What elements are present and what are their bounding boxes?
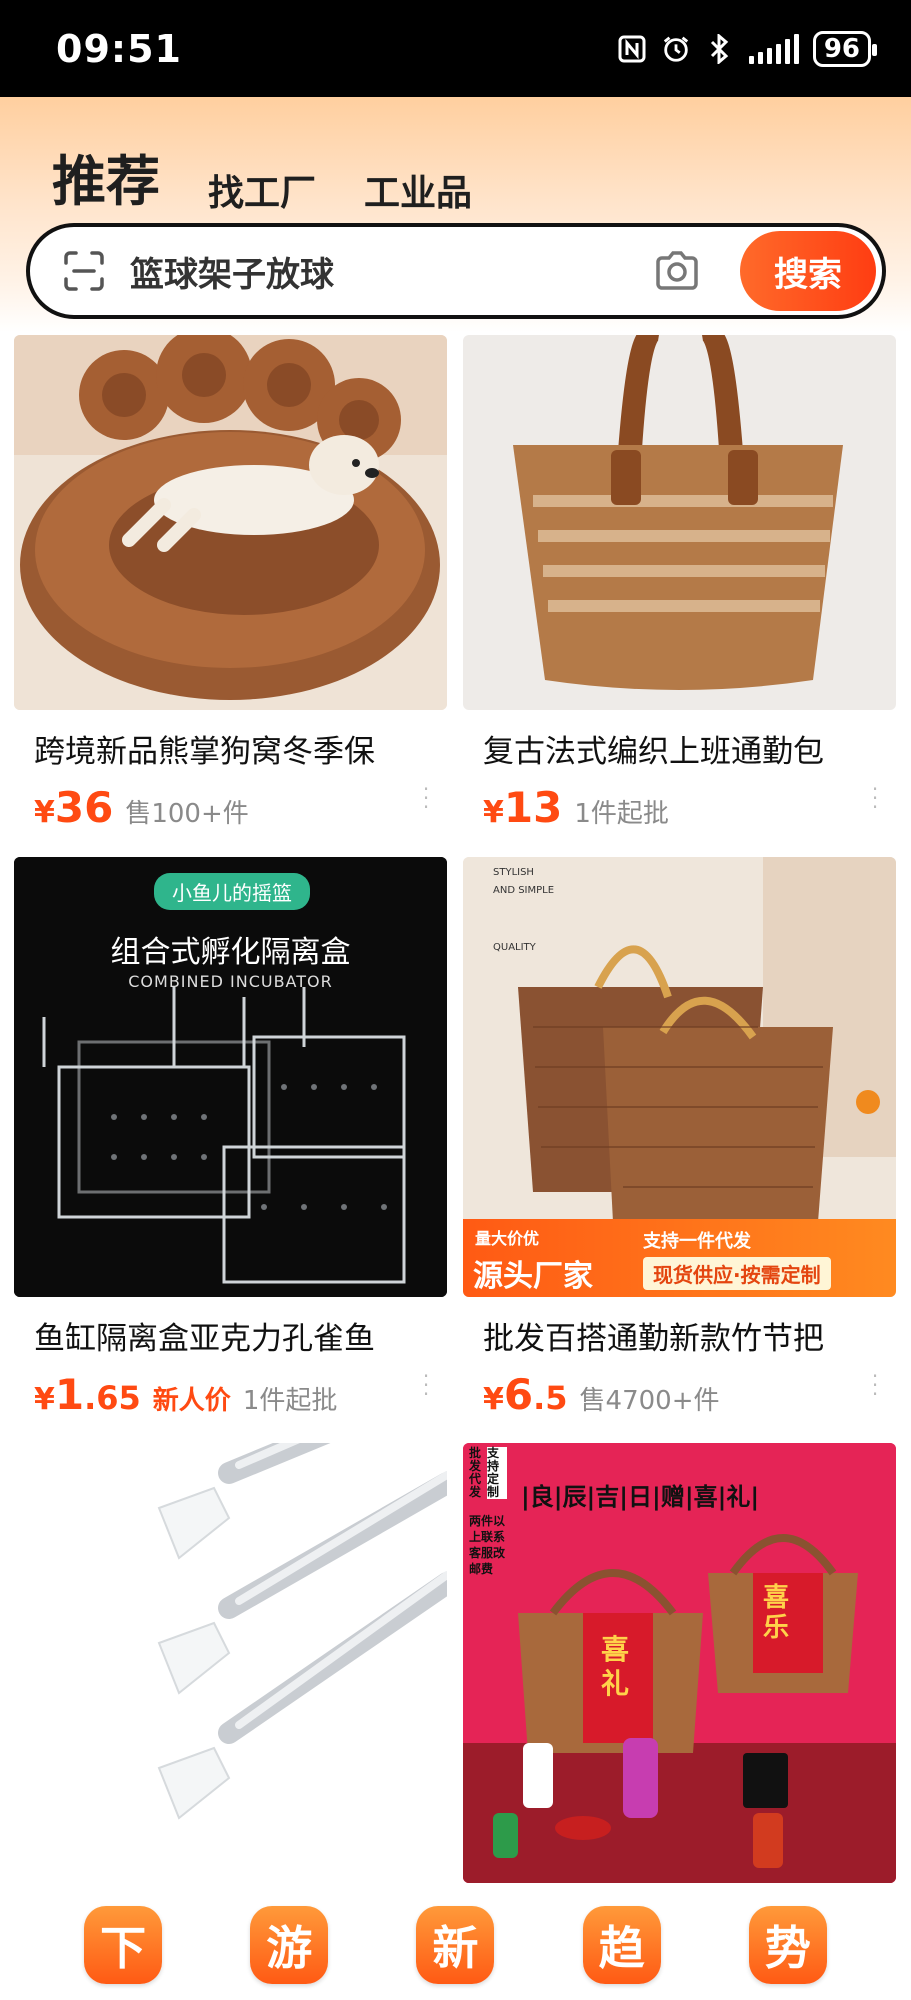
signal-icon	[748, 33, 799, 64]
incubator-image[interactable]: 小鱼儿的摇篮 组合式孵化隔离盒 COMBINED INCUBATOR	[14, 857, 447, 1297]
product-price: ¥13	[483, 783, 563, 832]
gift-side-label-2: 支持定制	[487, 1447, 507, 1499]
product-price: ¥6.5	[483, 1370, 568, 1419]
gift-char-2: 喜乐	[763, 1583, 790, 1643]
status-icons: 96	[617, 30, 878, 67]
bamboo-basket-image[interactable]: STYLISH AND SIMPLE QUALITY 量大价优 源头厂家 支持一…	[463, 857, 896, 1297]
bluetooth-icon	[705, 32, 735, 66]
newcomer-price-tag: 新人价	[152, 1386, 231, 1416]
product-title[interactable]: 跨境新品熊掌狗窝冬季保	[14, 726, 447, 771]
telescopic-rod-image[interactable]	[14, 1443, 447, 1883]
dog-bed-image[interactable]	[14, 335, 447, 710]
camera-icon[interactable]	[650, 244, 704, 298]
product-sales: 售4700+件	[579, 1386, 720, 1416]
scan-icon[interactable]	[60, 247, 108, 295]
search-button[interactable]: 搜索	[740, 231, 876, 311]
basket-banner-r1: 支持一件代发	[643, 1231, 751, 1252]
tab-find-factory[interactable]: 找工厂	[208, 164, 316, 216]
product-meta: ¥1.65 新人价 1件起批 · · ·	[14, 1366, 447, 1419]
search-input[interactable]: 篮球架子放球	[130, 247, 650, 296]
bottom-btn-trend[interactable]: 趋	[582, 1906, 661, 1984]
product-price: ¥1.65	[34, 1370, 141, 1419]
product-price: ¥36	[34, 783, 114, 832]
incubator-title: 组合式孵化隔离盒	[110, 935, 351, 970]
gift-side-label-3: 两件以上联系客服改邮费	[469, 1514, 506, 1576]
alarm-icon	[661, 32, 691, 66]
gift-basket-image[interactable]: |良|辰|吉|日|赠|喜|礼| 批发代发 支持定制 两件以上联系客服改邮费 喜礼…	[463, 1443, 896, 1883]
tab-bar: 推荐 找工厂 工业品	[52, 137, 472, 216]
product-meta: ¥13 1件起批 · · ·	[463, 779, 896, 832]
product-sales: 1件起批	[574, 799, 669, 829]
battery-icon: 96	[812, 30, 878, 67]
product-title[interactable]: 批发百搭通勤新款竹节把	[463, 1313, 896, 1358]
product-meta: ¥36 售100+件 · · ·	[14, 779, 447, 832]
gift-side-label-1: 批发代发	[469, 1446, 482, 1499]
more-icon[interactable]: · · ·	[421, 1366, 431, 1404]
basket-banner: 量大价优 源头厂家 支持一件代发 现货供应·按需定制	[463, 1219, 896, 1297]
product-card[interactable]: 小鱼儿的摇篮 组合式孵化隔离盒 COMBINED INCUBATOR 鱼缸隔离盒…	[14, 857, 447, 1419]
product-card[interactable]: 跨境新品熊掌狗窝冬季保 ¥36 售100+件 · · ·	[14, 335, 447, 832]
product-card[interactable]: STYLISH AND SIMPLE QUALITY 量大价优 源头厂家 支持一…	[463, 857, 896, 1419]
product-card[interactable]: 复古法式编织上班通勤包 ¥13 1件起批 · · ·	[463, 335, 896, 832]
status-time: 09:51	[56, 26, 182, 71]
tab-industrial[interactable]: 工业品	[364, 164, 472, 216]
bottom-btn-download[interactable]: 下	[84, 1906, 163, 1984]
product-title[interactable]: 鱼缸隔离盒亚克力孔雀鱼	[14, 1313, 447, 1358]
tab-recommend[interactable]: 推荐	[52, 137, 160, 216]
status-bar: 09:51 96	[0, 0, 911, 97]
bottom-btn-play[interactable]: 游	[250, 1906, 329, 1984]
incubator-subtitle: COMBINED INCUBATOR	[128, 972, 333, 991]
incubator-badge: 小鱼儿的摇篮	[154, 873, 310, 910]
straw-bag-image[interactable]	[463, 335, 896, 710]
bottom-btn-momentum[interactable]: 势	[748, 1906, 827, 1984]
header: 推荐 找工厂 工业品 篮球架子放球 搜索	[0, 97, 911, 332]
product-sales: 售100+件	[125, 799, 249, 829]
basket-banner-small: 量大价优	[475, 1229, 540, 1248]
product-sales: 1件起批	[242, 1386, 338, 1416]
product-meta: ¥6.5 售4700+件 · · ·	[463, 1366, 896, 1419]
product-card[interactable]: |良|辰|吉|日|赠|喜|礼| 批发代发 支持定制 两件以上联系客服改邮费 喜礼…	[463, 1443, 896, 1883]
more-icon[interactable]: · · ·	[870, 1366, 880, 1404]
bottom-action-bar: 下 游 新 趋 势	[0, 1890, 911, 2000]
product-title[interactable]: 复古法式编织上班通勤包	[463, 726, 896, 771]
gift-header: |良|辰|吉|日|赠|喜|礼|	[521, 1483, 760, 1511]
gift-char-1: 喜礼	[601, 1633, 630, 1700]
bottom-btn-new[interactable]: 新	[416, 1906, 495, 1984]
basket-text-simple: AND SIMPLE	[493, 885, 555, 896]
product-card[interactable]	[14, 1443, 447, 1883]
nfc-icon	[617, 32, 647, 66]
search-bar[interactable]: 篮球架子放球 搜索	[26, 223, 886, 319]
basket-text-quality: QUALITY	[493, 942, 536, 953]
basket-text-stylish: STYLISH	[493, 867, 534, 878]
basket-banner-big: 源头厂家	[473, 1259, 593, 1294]
more-icon[interactable]: · · ·	[421, 779, 431, 817]
more-icon[interactable]: · · ·	[870, 779, 880, 817]
basket-banner-r2: 现货供应·按需定制	[643, 1257, 831, 1290]
